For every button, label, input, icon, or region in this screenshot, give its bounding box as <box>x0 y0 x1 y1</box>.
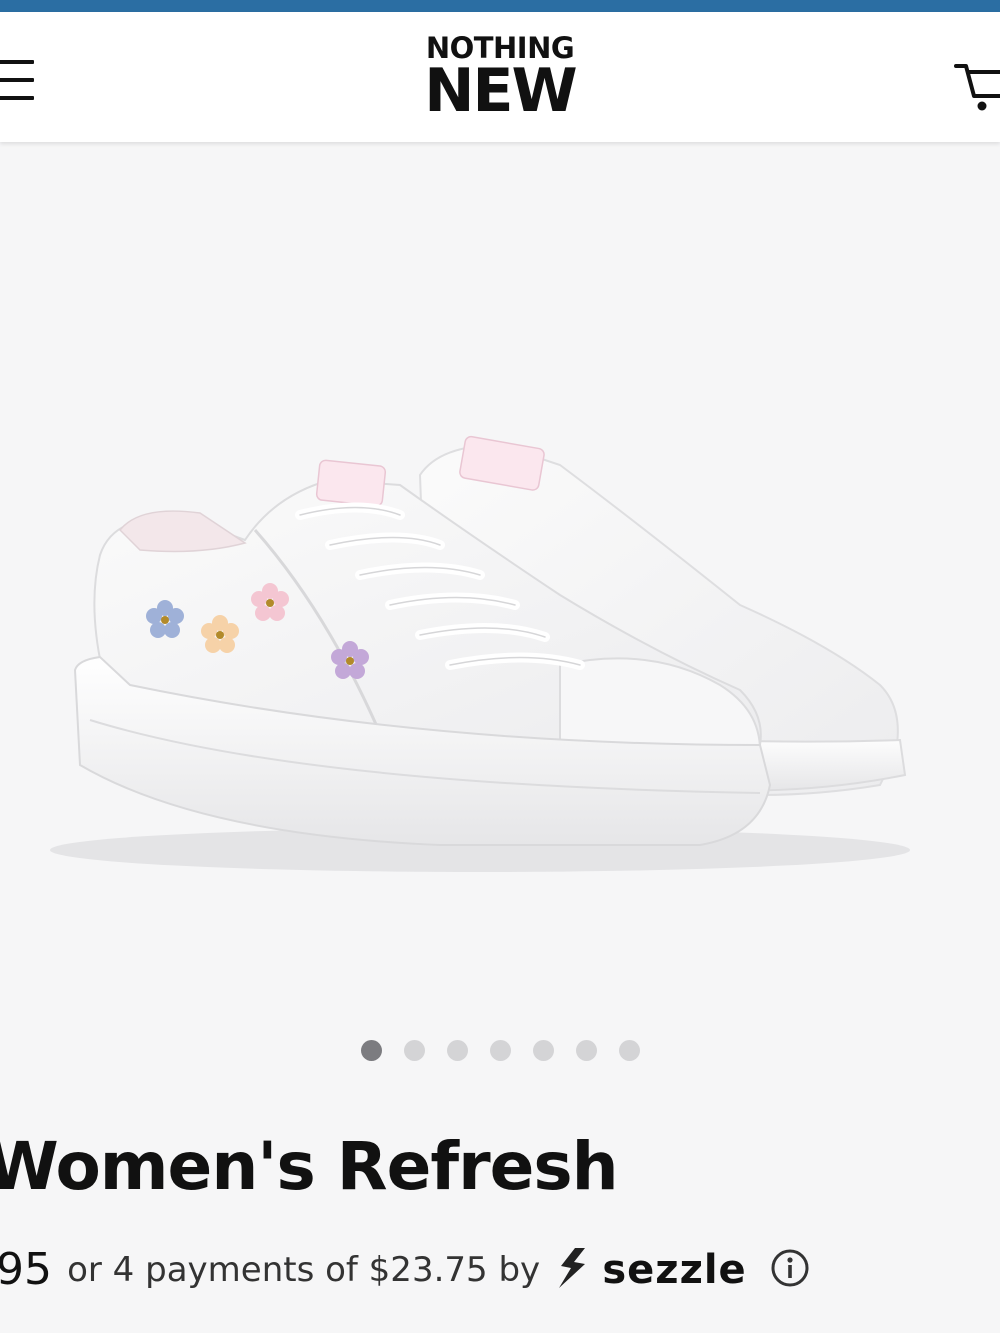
sezzle-logo-icon <box>555 1246 591 1294</box>
installment-text: or 4 payments of $23.75 by <box>67 1249 541 1290</box>
gallery-dot-6[interactable] <box>575 1040 597 1061</box>
price-row: 95 or 4 payments of $23.75 by sezzle <box>0 1244 810 1304</box>
gallery-pagination-dots <box>0 1040 1000 1062</box>
gallery-dot-5[interactable] <box>532 1040 554 1061</box>
gallery-dot-4[interactable] <box>489 1040 511 1061</box>
info-circle-icon[interactable] <box>770 1248 810 1292</box>
product-title: Women's Refresh <box>0 1128 619 1205</box>
gallery-dot-7[interactable] <box>618 1040 640 1061</box>
logo-line-2: NEW <box>424 56 577 126</box>
sezzle-logo[interactable]: sezzle <box>555 1246 746 1294</box>
product-image-sneakers <box>50 435 910 872</box>
sezzle-wordmark: sezzle <box>602 1246 747 1293</box>
product-image-gallery[interactable] <box>0 145 1000 1015</box>
gallery-dot-1[interactable] <box>360 1040 382 1061</box>
site-header: NOTHING NEW <box>0 12 1000 142</box>
shopping-cart-icon[interactable] <box>952 48 1000 118</box>
gallery-dot-3[interactable] <box>446 1040 468 1061</box>
gallery-dot-2[interactable] <box>403 1040 425 1061</box>
top-accent-strip <box>0 0 1000 12</box>
product-price: 95 <box>0 1244 52 1295</box>
store-logo[interactable]: NOTHING NEW <box>0 34 1000 126</box>
